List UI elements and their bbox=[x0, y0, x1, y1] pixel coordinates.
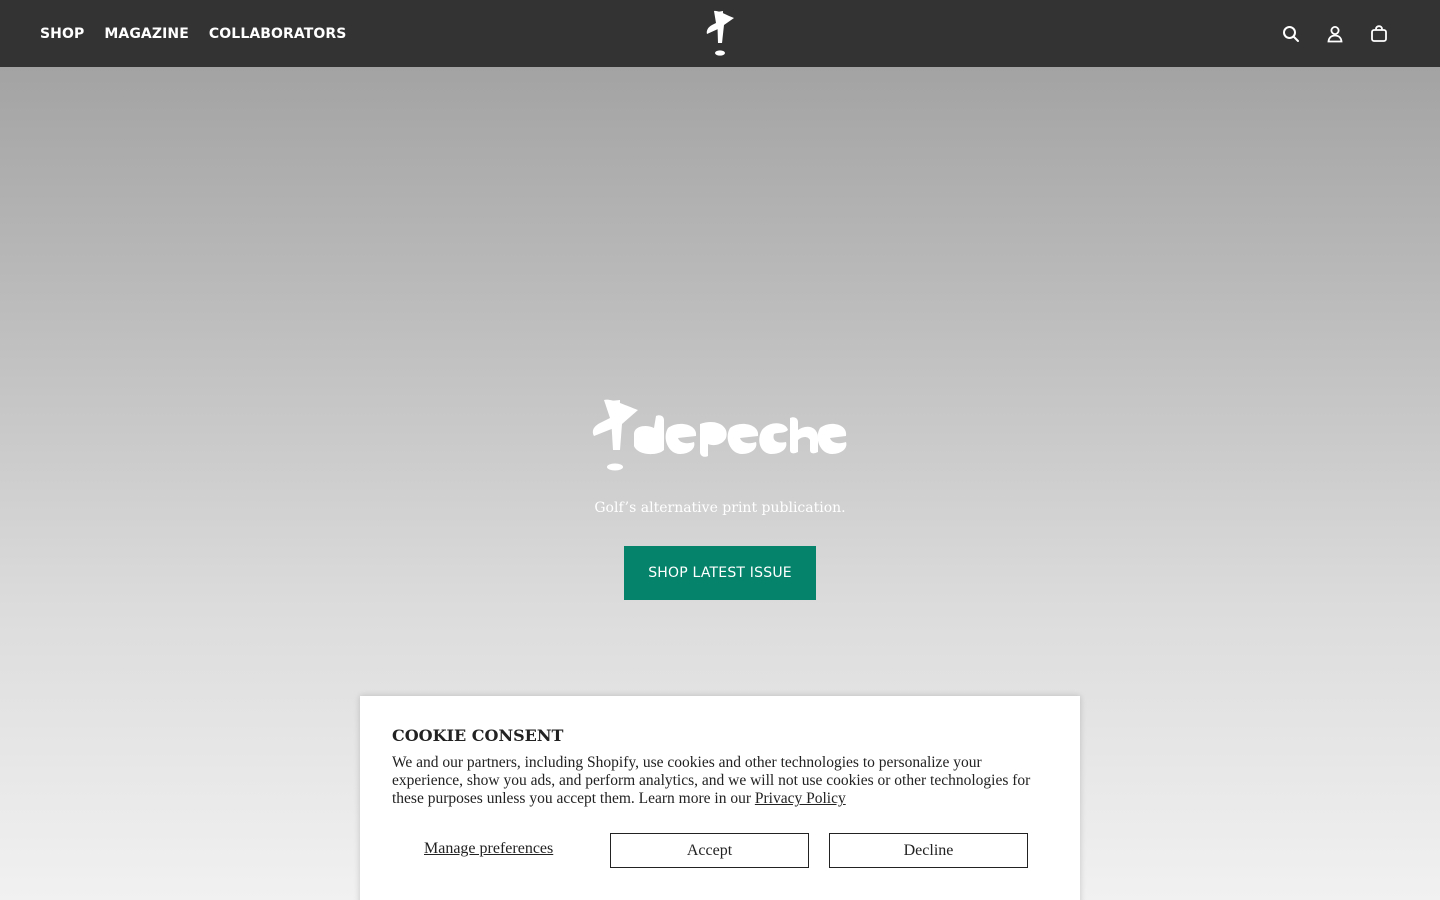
depeche-wordmark-logo bbox=[590, 398, 850, 474]
main-nav: SHOP MAGAZINE COLLABORATORS bbox=[40, 0, 347, 67]
nav-magazine[interactable]: MAGAZINE bbox=[104, 26, 189, 42]
decline-button[interactable]: Decline bbox=[829, 833, 1028, 868]
golf-flag-logo-icon[interactable] bbox=[704, 9, 738, 59]
account-icon[interactable] bbox=[1324, 23, 1346, 45]
cookie-title: COOKIE CONSENT bbox=[392, 726, 564, 745]
privacy-policy-link[interactable]: Privacy Policy bbox=[755, 790, 846, 807]
accept-button[interactable]: Accept bbox=[610, 833, 809, 868]
cookie-consent-dialog: COOKIE CONSENT We and our partners, incl… bbox=[360, 696, 1080, 900]
cookie-body-copy: We and our partners, including Shopify, … bbox=[392, 754, 1031, 807]
hero-tagline: Golf’s alternative print publication. bbox=[594, 500, 846, 516]
nav-shop[interactable]: SHOP bbox=[40, 26, 84, 42]
cookie-body-text: We and our partners, including Shopify, … bbox=[392, 754, 1052, 808]
cart-icon[interactable] bbox=[1368, 23, 1390, 45]
nav-collaborators[interactable]: COLLABORATORS bbox=[209, 26, 347, 42]
header-icons bbox=[1280, 0, 1390, 67]
shop-latest-issue-button[interactable]: SHOP LATEST ISSUE bbox=[624, 546, 816, 600]
site-header: SHOP MAGAZINE COLLABORATORS bbox=[0, 0, 1440, 67]
search-icon[interactable] bbox=[1280, 23, 1302, 45]
manage-preferences-link[interactable]: Manage preferences bbox=[424, 840, 553, 858]
